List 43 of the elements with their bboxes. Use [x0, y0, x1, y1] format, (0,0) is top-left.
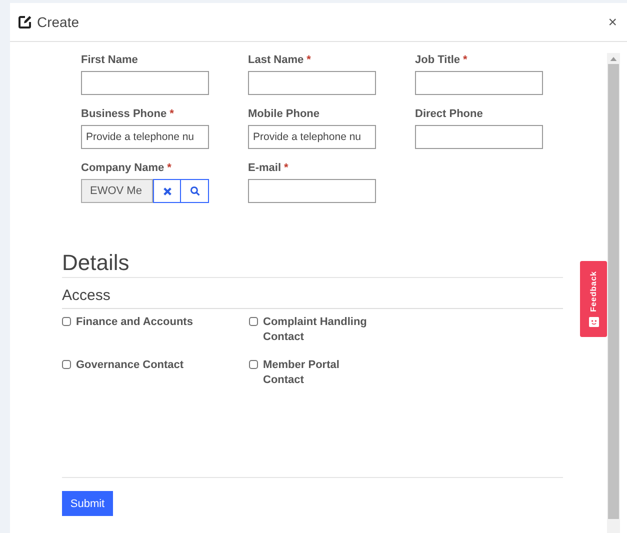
- input-field[interactable]: [248, 71, 376, 95]
- field-label: E-mail: [248, 162, 282, 174]
- checkbox-label: Member Portal Contact: [263, 358, 340, 388]
- search-icon: [190, 186, 200, 196]
- close-icon: [162, 186, 172, 196]
- checkbox[interactable]: [62, 317, 71, 326]
- submit-button[interactable]: Submit: [62, 491, 113, 516]
- field-label: First Name: [81, 54, 138, 66]
- clear-button[interactable]: [153, 179, 181, 203]
- smiley-icon: [588, 317, 598, 328]
- required-mark: *: [284, 162, 288, 174]
- required-mark: *: [170, 108, 174, 120]
- checkbox[interactable]: [249, 360, 258, 369]
- input-field[interactable]: [81, 71, 209, 95]
- input-field[interactable]: [248, 179, 376, 203]
- section-heading: Details: [62, 250, 563, 278]
- search-button[interactable]: [181, 179, 209, 203]
- checkbox[interactable]: [249, 317, 258, 326]
- subsection-heading: Access: [62, 287, 563, 309]
- required-mark: *: [463, 54, 468, 66]
- checkbox-label: Governance Contact: [76, 358, 185, 373]
- field-label: Job Title: [415, 54, 460, 66]
- company-field[interactable]: EWOV Me: [81, 179, 153, 203]
- input-field[interactable]: Provide a telephone nu: [81, 125, 209, 149]
- field-label: Business Phone: [81, 108, 167, 120]
- required-mark: *: [306, 54, 311, 66]
- window-title: Create: [37, 14, 80, 30]
- edit-icon: [18, 15, 32, 29]
- checkbox-label: Finance and Accounts: [76, 315, 194, 330]
- scrollbar[interactable]: [607, 53, 620, 533]
- close-button[interactable]: ×: [606, 14, 619, 30]
- checkbox-label: Complaint Handling Contact: [263, 315, 368, 345]
- required-mark: *: [167, 162, 172, 174]
- field-label: Mobile Phone: [248, 108, 320, 120]
- field-label: Company Name: [81, 162, 164, 174]
- checkbox[interactable]: [62, 360, 71, 369]
- input-field[interactable]: Provide a telephone nu: [248, 125, 376, 149]
- scroll-up-icon[interactable]: [610, 57, 617, 61]
- input-field[interactable]: [415, 125, 543, 149]
- field-label: Direct Phone: [415, 108, 483, 120]
- input-field[interactable]: [415, 71, 543, 95]
- feedback-tab[interactable]: Feedback: [580, 261, 607, 337]
- field-label: Last Name: [248, 54, 304, 66]
